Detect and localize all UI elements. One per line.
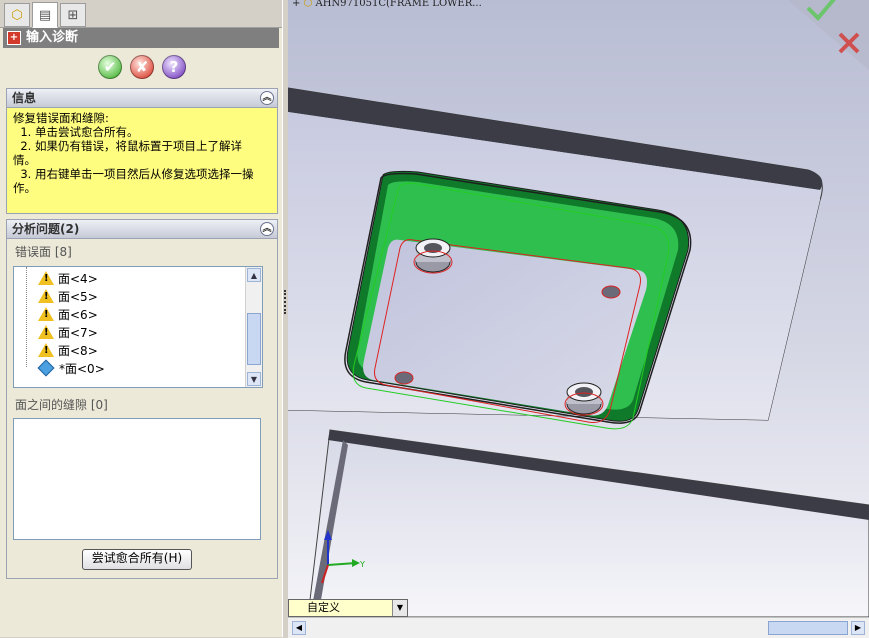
expand-icon[interactable]: + xyxy=(292,0,304,9)
svg-text:Y: Y xyxy=(359,560,365,569)
feature-tree-flyout[interactable]: + ⬡ AHN971051C(FRAME LOWER... xyxy=(292,0,482,9)
horizontal-scrollbar[interactable]: ◀ ▶ xyxy=(288,617,869,638)
part-name: AHN971051C(FRAME LOWER... xyxy=(315,0,482,9)
face-label: 面<4> xyxy=(58,271,98,286)
list-item[interactable]: 面<5> xyxy=(34,287,98,305)
info-group-title: 信息 xyxy=(12,91,37,105)
property-manager-panel: ⬡ ▤ ⊞ + 输入诊断 ✔ ✘ ? 信息 ︽ 修复错误面和缝隙: 1. 单击尝… xyxy=(0,0,282,637)
collapse-icon[interactable]: ︽ xyxy=(260,222,274,236)
warning-icon xyxy=(38,343,54,357)
info-line: 2. 如果仍有错误，将鼠标置于项目上了解详 情。 xyxy=(13,139,242,167)
info-group: 信息 ︽ 修复错误面和缝隙: 1. 单击尝试愈合所有。 2. 如果仍有错误，将鼠… xyxy=(6,88,278,214)
analysis-group-title: 分析问题(2) xyxy=(12,222,80,236)
scroll-thumb[interactable] xyxy=(768,621,848,635)
face-label: 面<5> xyxy=(58,289,98,304)
faces-list-scrollbar[interactable]: ▲ ▼ xyxy=(245,267,262,387)
scroll-down-button[interactable]: ▼ xyxy=(247,372,261,386)
property-manager-tab[interactable]: ▤ xyxy=(32,2,58,28)
configuration-manager-tab[interactable]: ⊞ xyxy=(60,3,86,27)
gaps-list[interactable] xyxy=(13,418,261,540)
help-icon: ? xyxy=(169,58,179,76)
checkmark-icon: ✔ xyxy=(103,58,117,76)
collapse-icon[interactable]: ︽ xyxy=(260,91,274,105)
scroll-left-button[interactable]: ◀ xyxy=(292,621,306,635)
warning-icon xyxy=(38,289,54,303)
analysis-group: 分析问题(2) ︽ 错误面 [8] 面<4> 面<5> 面<6> 面<7> xyxy=(6,219,278,579)
manager-tab-bar: ⬡ ▤ ⊞ xyxy=(0,0,282,28)
analysis-group-header[interactable]: 分析问题(2) ︽ xyxy=(7,220,277,239)
lower-face[interactable] xyxy=(307,429,869,617)
scroll-up-button[interactable]: ▲ xyxy=(247,268,261,282)
info-group-header[interactable]: 信息 ︽ xyxy=(7,89,277,108)
part-icon: ⬡ xyxy=(303,0,316,9)
tree-connector xyxy=(26,267,28,367)
warning-icon xyxy=(38,271,54,285)
help-button[interactable]: ? xyxy=(162,55,186,79)
ok-button[interactable]: ✔ xyxy=(98,55,122,79)
confirmation-corner xyxy=(788,0,869,70)
face-label: 面<8> xyxy=(58,343,98,358)
graphics-area[interactable]: Y + ⬡ AHN971051C(FRAME LOWER... xyxy=(288,0,869,617)
property-icon: ▤ xyxy=(38,7,52,23)
list-item[interactable]: 面<8> xyxy=(34,341,98,359)
hole-top-right[interactable] xyxy=(601,285,621,299)
info-line: 修复错误面和缝隙: xyxy=(13,111,109,125)
list-item[interactable]: 面<6> xyxy=(34,305,98,323)
warning-icon xyxy=(38,307,54,321)
property-manager-title-bar: + 输入诊断 xyxy=(3,28,279,48)
face-label: *面<0> xyxy=(59,361,105,376)
list-item[interactable]: *面<0> xyxy=(34,359,105,377)
chevron-down-icon[interactable]: ▼ xyxy=(392,600,407,616)
hole-bottom-left[interactable] xyxy=(394,371,414,385)
scroll-thumb[interactable] xyxy=(247,313,261,365)
feature-manager-tab[interactable]: ⬡ xyxy=(4,3,30,27)
info-line: 3. 用右键单击一项目然后从修复选项选择一操 作。 xyxy=(13,167,254,195)
config-icon: ⊞ xyxy=(67,7,79,23)
cancel-button[interactable]: ✘ xyxy=(130,55,154,79)
boss-bottom-right[interactable] xyxy=(564,382,604,416)
gaps-label: 面之间的缝隙 [0] xyxy=(15,398,108,412)
boss-top-left[interactable] xyxy=(413,238,453,274)
face-label: 面<7> xyxy=(58,325,98,340)
face-label: 面<6> xyxy=(58,307,98,322)
view-orientation-value: 自定义 xyxy=(307,601,340,614)
faulty-faces-label: 错误面 [8] xyxy=(15,245,72,259)
face-icon xyxy=(37,359,55,377)
close-icon: ✘ xyxy=(135,58,149,76)
info-line: 1. 单击尝试愈合所有。 xyxy=(13,125,139,139)
page-title: 输入诊断 xyxy=(26,30,79,45)
view-orientation-select[interactable]: 自定义 ▼ xyxy=(288,599,408,617)
model-view[interactable]: Y xyxy=(288,0,869,617)
list-item[interactable]: 面<4> xyxy=(34,269,98,287)
list-item[interactable]: 面<7> xyxy=(34,323,98,341)
faulty-faces-list[interactable]: 面<4> 面<5> 面<6> 面<7> 面<8> *面<0> xyxy=(13,266,263,388)
warning-icon xyxy=(38,325,54,339)
feature-tree-icon: ⬡ xyxy=(11,7,23,23)
import-diagnostics-icon: + xyxy=(7,31,21,45)
info-message: 修复错误面和缝隙: 1. 单击尝试愈合所有。 2. 如果仍有错误，将鼠标置于项目… xyxy=(7,108,277,213)
scroll-right-button[interactable]: ▶ xyxy=(851,621,865,635)
try-heal-all-button[interactable]: 尝试愈合所有(H) xyxy=(82,549,192,570)
